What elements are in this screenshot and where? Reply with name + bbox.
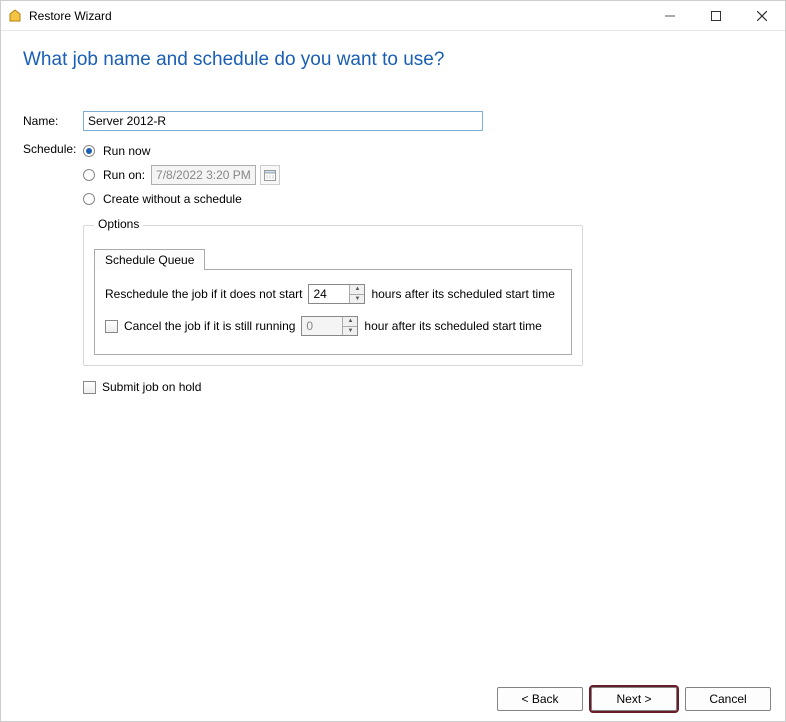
content-area: What job name and schedule do you want t… xyxy=(1,31,785,394)
minimize-button[interactable] xyxy=(647,1,693,30)
name-label: Name: xyxy=(23,111,83,128)
wizard-footer: < Back Next > Cancel xyxy=(497,687,771,711)
radio-no-schedule-row[interactable]: Create without a schedule xyxy=(83,187,763,211)
radio-no-schedule-label: Create without a schedule xyxy=(103,192,242,206)
run-on-date-input[interactable] xyxy=(151,165,256,185)
spin-up-icon[interactable]: ▲ xyxy=(350,285,364,295)
tab-schedule-queue[interactable]: Schedule Queue xyxy=(94,249,205,270)
options-group: Options Schedule Queue Reschedule the jo… xyxy=(83,225,583,366)
cancel-value[interactable] xyxy=(302,317,342,335)
calendar-button[interactable] xyxy=(260,165,280,185)
cancel-button[interactable]: Cancel xyxy=(685,687,771,711)
app-icon xyxy=(7,8,23,24)
spin-down-icon[interactable]: ▼ xyxy=(350,295,364,304)
name-input[interactable] xyxy=(83,111,483,131)
reschedule-prefix: Reschedule the job if it does not start xyxy=(105,287,302,301)
radio-run-on[interactable] xyxy=(83,169,95,181)
next-button[interactable]: Next > xyxy=(591,687,677,711)
options-legend: Options xyxy=(94,217,143,231)
radio-run-now-label: Run now xyxy=(103,144,150,158)
cancel-spinner[interactable]: ▲ ▼ xyxy=(301,316,358,336)
window-title: Restore Wizard xyxy=(29,9,112,23)
close-button[interactable] xyxy=(739,1,785,30)
reschedule-value[interactable] xyxy=(309,285,349,303)
reschedule-row: Reschedule the job if it does not start … xyxy=(105,284,561,304)
reschedule-suffix: hours after its scheduled start time xyxy=(371,287,554,301)
radio-no-schedule[interactable] xyxy=(83,193,95,205)
radio-run-now[interactable] xyxy=(83,145,95,157)
cancel-row: Cancel the job if it is still running ▲ … xyxy=(105,316,561,336)
calendar-icon xyxy=(264,169,276,181)
radio-run-on-label: Run on: xyxy=(103,168,145,182)
cancel-prefix: Cancel the job if it is still running xyxy=(124,319,295,333)
spin-up-icon[interactable]: ▲ xyxy=(343,317,357,327)
tabstrip: Schedule Queue xyxy=(94,248,572,269)
schedule-label: Schedule: xyxy=(23,139,83,156)
cancel-spin-buttons[interactable]: ▲ ▼ xyxy=(342,317,357,335)
page-heading: What job name and schedule do you want t… xyxy=(23,49,763,71)
titlebar: Restore Wizard xyxy=(1,1,785,31)
maximize-button[interactable] xyxy=(693,1,739,30)
radio-run-now-row[interactable]: Run now xyxy=(83,139,763,163)
spin-down-icon[interactable]: ▼ xyxy=(343,327,357,336)
cancel-suffix: hour after its scheduled start time xyxy=(364,319,541,333)
window-controls xyxy=(647,1,785,30)
tab-panel: Reschedule the job if it does not start … xyxy=(94,269,572,355)
reschedule-spinner[interactable]: ▲ ▼ xyxy=(308,284,365,304)
submit-on-hold-row[interactable]: Submit job on hold xyxy=(83,380,763,394)
cancel-checkbox[interactable] xyxy=(105,320,118,333)
reschedule-spin-buttons[interactable]: ▲ ▼ xyxy=(349,285,364,303)
radio-run-on-row[interactable]: Run on: xyxy=(83,163,763,187)
form-grid: Name: Schedule: Run now Run on: xyxy=(23,111,763,211)
submit-on-hold-checkbox[interactable] xyxy=(83,381,96,394)
back-button[interactable]: < Back xyxy=(497,687,583,711)
submit-on-hold-label: Submit job on hold xyxy=(102,380,201,394)
